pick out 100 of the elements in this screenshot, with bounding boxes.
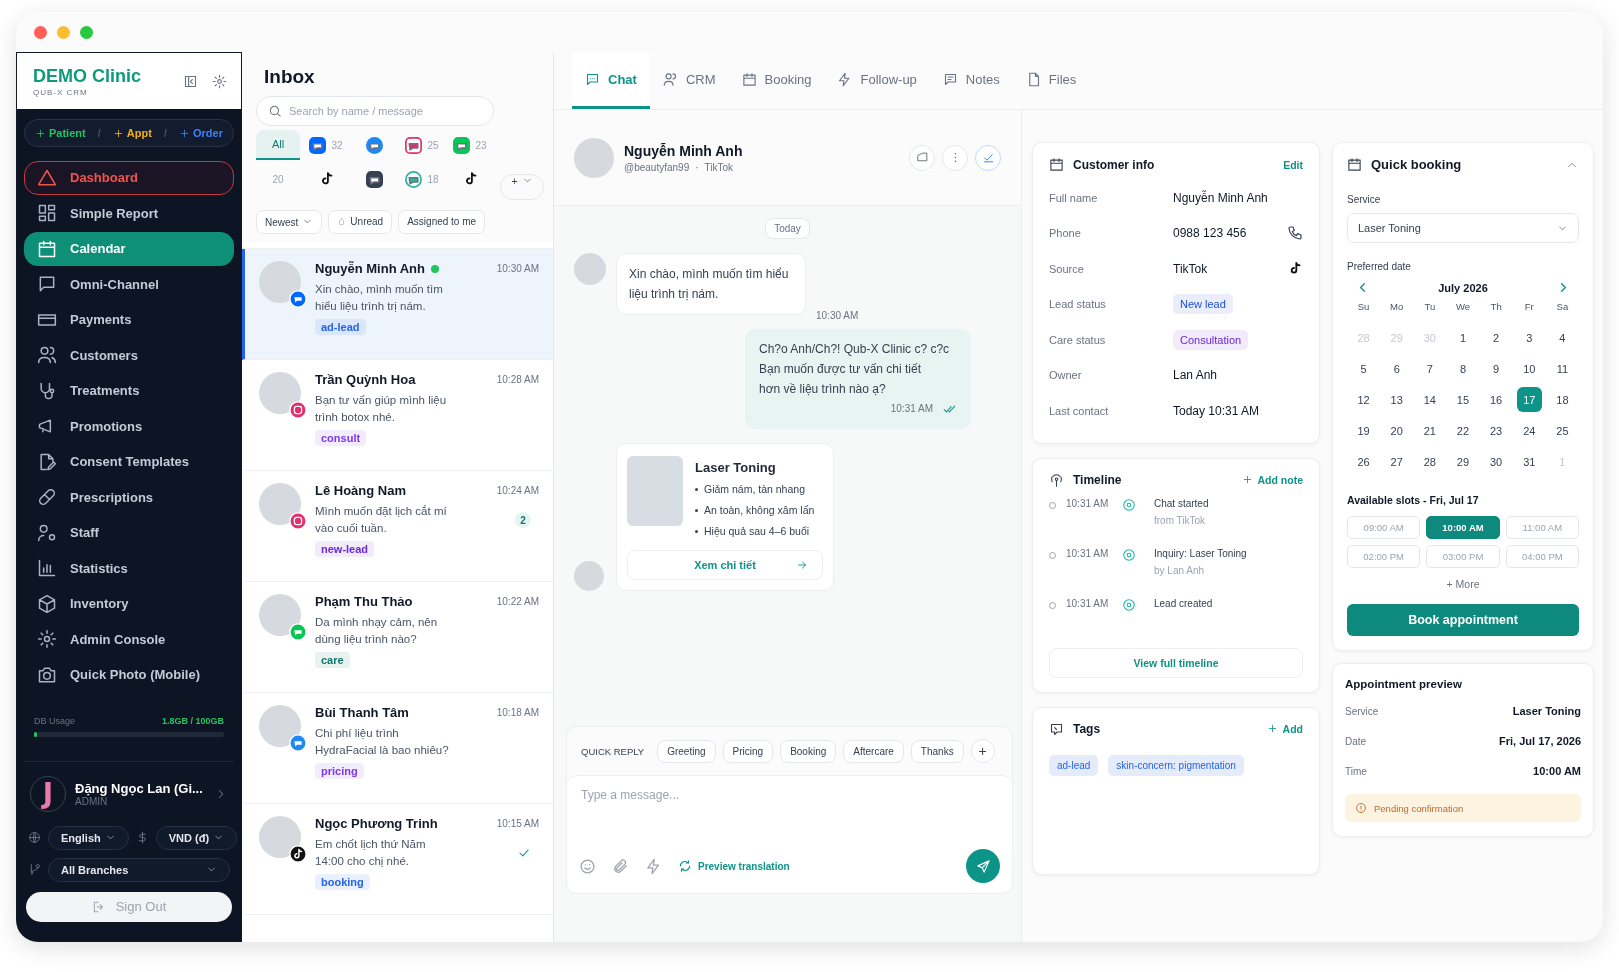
add-tag-link[interactable]: Add [1266,723,1303,735]
conversation-item[interactable]: Lê Hoàng Nam 10:24 AM Mình muốn đặt lịch cắt mí vào cuối tuần. 2 new-lead [242,471,553,582]
calendar-day[interactable]: 31 [1516,449,1542,474]
conversation-item[interactable]: Ngọc Phương Trinh 10:15 AM Em chốt lịch thứ Năm 14:00 cho chị nhé. booking [242,804,553,915]
emoji-icon[interactable] [579,857,596,875]
bar-chart-icon [37,558,57,579]
view-timeline-button[interactable]: View full timeline [1049,647,1303,678]
nav-item[interactable]: Prescriptions [24,480,234,514]
branch-select[interactable]: All Branches [48,857,230,882]
nav-item[interactable]: Omni-Channel [24,267,234,301]
quick-reply-chip[interactable]: Booking [780,739,837,763]
resolve-button[interactable] [975,144,1001,171]
nav-item[interactable]: Promotions [24,409,234,443]
book-appointment-button[interactable]: Book appointment [1347,604,1579,636]
tab[interactable]: Booking [728,52,825,109]
calendar-day[interactable]: 11 [1549,356,1575,381]
minimize-button[interactable] [57,25,70,39]
add-quick-reply-button[interactable]: + [970,739,995,763]
nav-item[interactable]: Quick Photo (Mobile) [24,658,234,692]
quick-action-link[interactable]: Appt [112,127,152,139]
calendar-day[interactable]: 12 [1351,387,1377,412]
quick-reply-chip[interactable]: Thanks [910,739,964,763]
nav-item[interactable]: Admin Console [24,622,234,656]
lightning-icon[interactable] [645,857,662,875]
calendar-day[interactable]: 22 [1450,418,1476,443]
calendar-day[interactable]: 17 [1516,387,1542,412]
message-time: 10:24 AM [496,485,539,496]
close-button[interactable] [34,25,47,39]
more-slots-link[interactable]: + More [1347,578,1579,590]
calendar-day[interactable]: 28 [1417,449,1443,474]
quick-reply-chip[interactable]: Pricing [722,739,774,763]
time-slot[interactable]: 10:00 AM [1426,516,1500,539]
nav-item[interactable]: Consent Templates [24,445,234,479]
calendar-day[interactable]: 29 [1450,449,1476,474]
calendar-day[interactable]: 10 [1516,356,1542,381]
nav-item[interactable]: Calendar [24,232,234,266]
maximize-button[interactable] [80,25,93,39]
filter-chip[interactable]: Newest [256,210,323,234]
channel-filter[interactable]: All [256,130,300,160]
tag-button[interactable] [909,144,935,171]
nav-item[interactable]: Staff [24,516,234,550]
service-select[interactable]: Laser Toning [1347,213,1579,243]
calendar-day[interactable]: 30 [1483,449,1509,474]
filter-chip[interactable]: Unread [328,210,393,234]
preview-translation-link[interactable]: Preview translation [678,859,790,873]
quick-reply-chip[interactable]: Aftercare [843,739,904,763]
attachment-icon[interactable] [612,857,629,875]
nav-item[interactable]: Statistics [24,551,234,585]
conversation-item[interactable]: Trần Quỳnh Hoa 10:28 AM Bạn tư vấn giúp mình liệu trình botox nhé. consult [242,360,553,471]
calendar-day[interactable]: 6 [1384,356,1410,381]
nav-item[interactable]: Treatments [24,374,234,408]
quick-reply-chip[interactable]: Greeting [657,739,716,763]
calendar-day[interactable]: 19 [1351,418,1377,443]
nav-item[interactable]: Simple Report [24,196,234,230]
calendar-day[interactable]: 21 [1417,418,1443,443]
tab[interactable]: Chat [572,52,650,109]
tab[interactable]: Follow-up [824,52,930,109]
add-note-link[interactable]: Add note [1241,474,1303,486]
search-field[interactable]: Search by name / message [256,96,494,126]
currency-select[interactable]: VND (đ) [155,825,238,850]
calendar-day[interactable]: 26 [1351,449,1377,474]
message-input[interactable]: Type a message... Preview translation [567,775,1012,893]
nav-item[interactable]: Inventory [24,587,234,621]
calendar-day[interactable]: 8 [1450,356,1476,381]
calendar-day[interactable]: 1 [1450,325,1476,350]
calendar-day[interactable]: 7 [1417,356,1443,381]
calendar-day[interactable]: 16 [1483,387,1509,412]
calendar-day[interactable]: 13 [1384,387,1410,412]
calendar-day[interactable]: 9 [1483,356,1509,381]
calendar-day[interactable]: 3 [1516,325,1542,350]
quick-action-link[interactable]: Order [179,127,223,139]
calendar-day[interactable]: 4 [1549,325,1575,350]
calendar-day[interactable]: 14 [1417,387,1443,412]
calendar-day[interactable]: 2 [1483,325,1509,350]
tab[interactable]: Files [1012,52,1090,109]
edit-link[interactable]: Edit [1283,158,1303,171]
phone-icon[interactable] [1287,225,1303,242]
sidebar-collapse-icon[interactable] [183,73,198,89]
calendar-day[interactable]: 24 [1516,418,1542,443]
conversation-item[interactable]: Nguyễn Minh Anh 10:30 AM Xin chào, mình muốn tìm hiểu liệu trình trị nám. ad-lead [242,249,553,360]
tab[interactable]: CRM [649,52,729,109]
nav-item[interactable]: Payments [24,303,234,337]
conversation-item[interactable]: Phạm Thu Thảo 10:22 AM Da mình nhạy cảm, nên dùng liệu trình nào? care [242,582,553,693]
conversation-item[interactable]: Bùi Thanh Tâm 10:18 AM Chi phí liệu trình HydraFacial là bao nhiêu? pricing [242,693,553,804]
calendar-day[interactable]: 25 [1549,418,1575,443]
send-button[interactable] [966,849,1000,883]
calendar-day[interactable]: 20 [1384,418,1410,443]
filter-chip[interactable]: Assigned to me [398,210,486,234]
calendar-day[interactable]: 5 [1351,356,1377,381]
calendar-day[interactable]: 18 [1549,387,1575,412]
language-select[interactable]: English [48,825,129,850]
quick-action-link[interactable]: Patient [35,127,86,139]
view-details-button[interactable]: Xem chi tiết [627,550,823,580]
calendar-day[interactable]: 23 [1483,418,1509,443]
calendar-day[interactable]: 27 [1384,449,1410,474]
nav-item[interactable]: Dashboard [24,161,234,195]
nav-item[interactable]: Customers [24,338,234,372]
calendar-day[interactable]: 15 [1450,387,1476,412]
tab[interactable]: Notes [929,52,1013,109]
settings-icon[interactable] [212,73,227,89]
